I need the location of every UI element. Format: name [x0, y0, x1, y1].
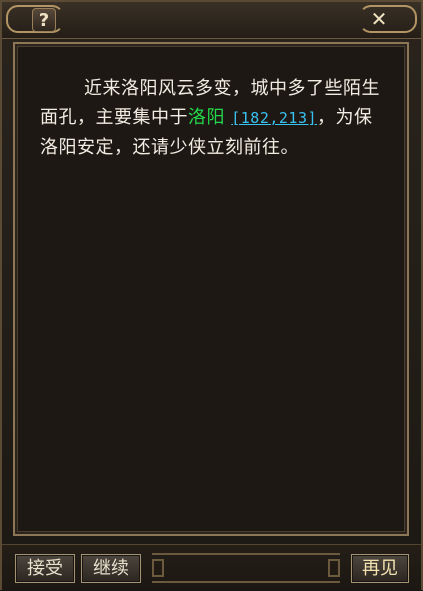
- ornament-knot-left: [152, 559, 164, 577]
- npc-dialog-window: ? ✕ 近来洛阳风云多变，城中多了些陌生面孔，主要集中于洛阳 [182,213]…: [0, 0, 423, 591]
- close-icon: ✕: [370, 7, 388, 31]
- question-mark-icon: ?: [38, 10, 50, 31]
- watermark: [361, 508, 399, 526]
- location-name: 洛阳: [188, 107, 225, 128]
- coordinates-link[interactable]: [182,213]: [231, 109, 317, 127]
- dialog-text: 近来洛阳风云多变，城中多了些陌生面孔，主要集中于洛阳 [182,213]，为保洛…: [40, 74, 390, 162]
- bar-ornament: [152, 553, 340, 583]
- title-bar: ? ✕: [2, 2, 421, 39]
- close-button[interactable]: ✕: [367, 8, 391, 32]
- accept-button[interactable]: 接受: [15, 554, 75, 583]
- ornament-knot-right: [328, 559, 340, 577]
- help-button[interactable]: ?: [32, 8, 56, 32]
- dialog-panel: 近来洛阳风云多变，城中多了些陌生面孔，主要集中于洛阳 [182,213]，为保洛…: [13, 42, 409, 536]
- farewell-button[interactable]: 再见: [351, 554, 409, 583]
- continue-button[interactable]: 继续: [81, 554, 141, 583]
- action-bar: 接受 继续 再见: [2, 544, 421, 591]
